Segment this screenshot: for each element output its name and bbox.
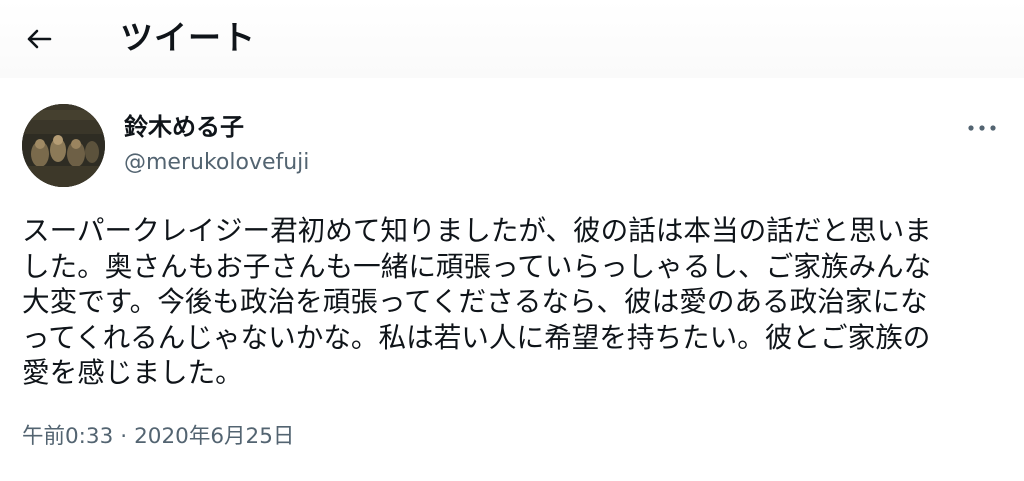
- tweet-text-line: した。奥さんもお子さんも一緒に頑張っていらっしゃるし、ご家族みんな: [22, 249, 932, 283]
- more-horizontal-icon: [968, 125, 996, 131]
- tweet-text-line: 愛を感じました。: [22, 356, 243, 390]
- more-options-button[interactable]: [964, 114, 1000, 142]
- top-bar: ツイート: [0, 0, 1024, 78]
- tweet-time-link[interactable]: 午前0:33: [22, 422, 113, 452]
- meta-separator: ·: [120, 424, 128, 449]
- tweet-text-line: 大変です。今後も政治を頑張ってくださるなら、彼は愛のある政治家にな: [22, 285, 928, 319]
- author-handle[interactable]: @merukolovefuji: [124, 148, 309, 178]
- tweet-timestamp: 午前0:33 · 2020年6月25日: [22, 422, 294, 452]
- tweet-text-line: スーパークレイジー君初めて知りましたが、彼の話は本当の話だと思いま: [22, 214, 932, 247]
- back-button[interactable]: [20, 22, 58, 56]
- tweet-date-link[interactable]: 2020年6月25日: [134, 422, 294, 452]
- user-avatar-photo: [22, 104, 105, 187]
- avatar[interactable]: [22, 104, 105, 187]
- arrow-left-icon: [27, 29, 52, 49]
- author-name[interactable]: 鈴木める子: [124, 111, 244, 143]
- tweet-text: スーパークレイジー君初めて知りましたが、彼の話は本当の話だと思いま した。奥さん…: [22, 213, 1002, 391]
- page-title: ツイート: [120, 18, 256, 57]
- tweet-text-line: ってくれるんじゃないかな。私は若い人に希望を持ちたい。彼とご家族の: [22, 320, 931, 354]
